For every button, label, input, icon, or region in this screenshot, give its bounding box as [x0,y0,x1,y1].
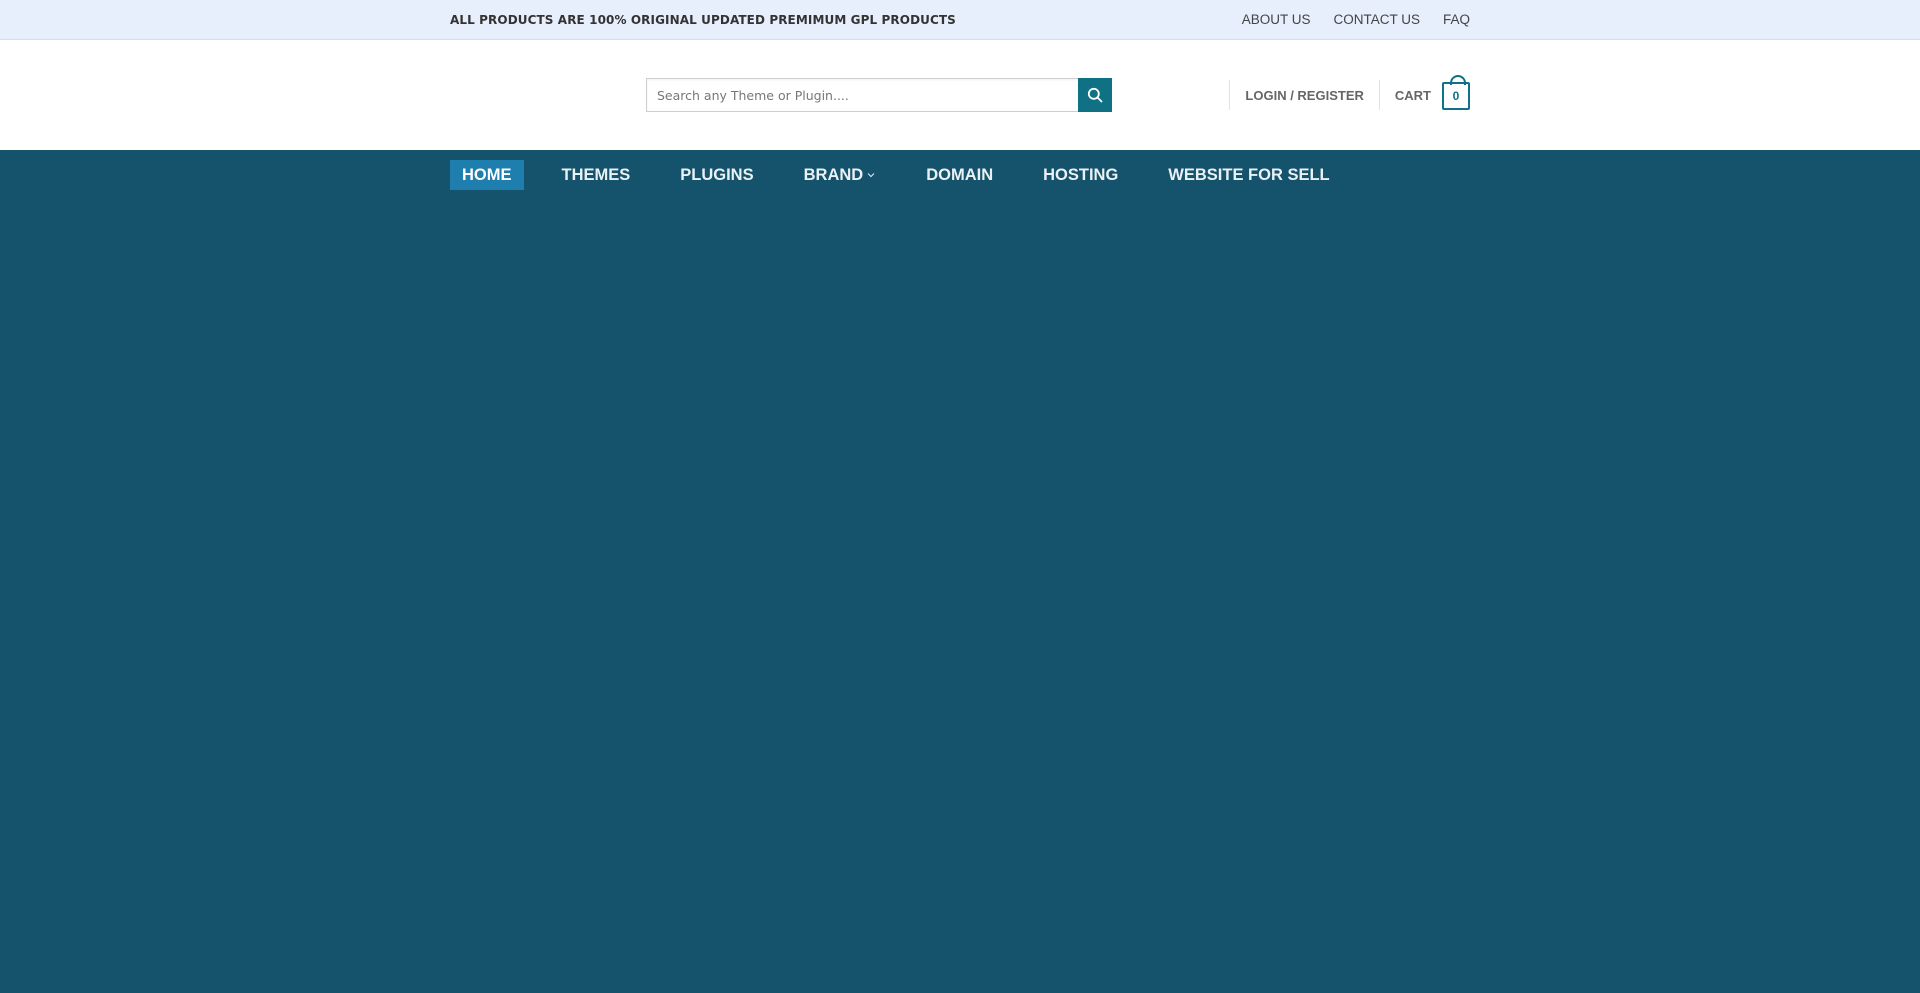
nav-item-themes[interactable]: THEMES [550,160,643,190]
nav-item-label: THEMES [561,165,631,184]
top-notice: ALL PRODUCTS ARE 100% ORIGINAL UPDATED P… [450,12,956,27]
cart-count: 0 [1452,89,1460,103]
search-button[interactable] [1078,78,1112,112]
nav-item-domain[interactable]: DOMAIN [914,160,1005,190]
nav-item-label: DOMAIN [926,165,994,184]
main-content-area [0,200,1920,993]
faq-link[interactable]: FAQ [1443,12,1470,27]
nav-item-label: WEBSITE FOR SELL [1168,165,1330,184]
nav-item-plugins[interactable]: PLUGINS [668,160,765,190]
search-form [646,78,1112,112]
nav-item-label: HOSTING [1043,165,1119,184]
nav-item-home[interactable]: HOME [450,160,524,190]
search-icon [1087,87,1103,103]
header: LOGIN / REGISTER CART 0 [0,40,1920,150]
cart-icon: 0 [1442,75,1470,110]
header-account-area: LOGIN / REGISTER CART 0 [1229,75,1470,112]
chevron-down-icon [867,173,875,178]
contact-us-link[interactable]: CONTACT US [1333,12,1420,27]
top-links: ABOUT US CONTACT US FAQ [1219,12,1470,27]
nav-item-label: HOME [462,165,512,184]
nav-item-website-for-sell[interactable]: WEBSITE FOR SELL [1156,160,1341,190]
main-nav: HOME THEMES PLUGINS BRAND DOMAIN HOSTING… [0,150,1920,200]
top-bar: ALL PRODUCTS ARE 100% ORIGINAL UPDATED P… [0,0,1920,40]
nav-item-label: BRAND [803,165,864,184]
cart-link[interactable]: CART 0 [1380,75,1470,110]
nav-item-label: PLUGINS [680,165,754,184]
search-input[interactable] [646,78,1078,112]
nav-item-hosting[interactable]: HOSTING [1031,160,1130,190]
nav-item-brand[interactable]: BRAND [792,160,889,190]
about-us-link[interactable]: ABOUT US [1242,12,1311,27]
cart-label: CART [1394,87,1431,103]
login-register-link[interactable]: LOGIN / REGISTER [1230,88,1378,103]
